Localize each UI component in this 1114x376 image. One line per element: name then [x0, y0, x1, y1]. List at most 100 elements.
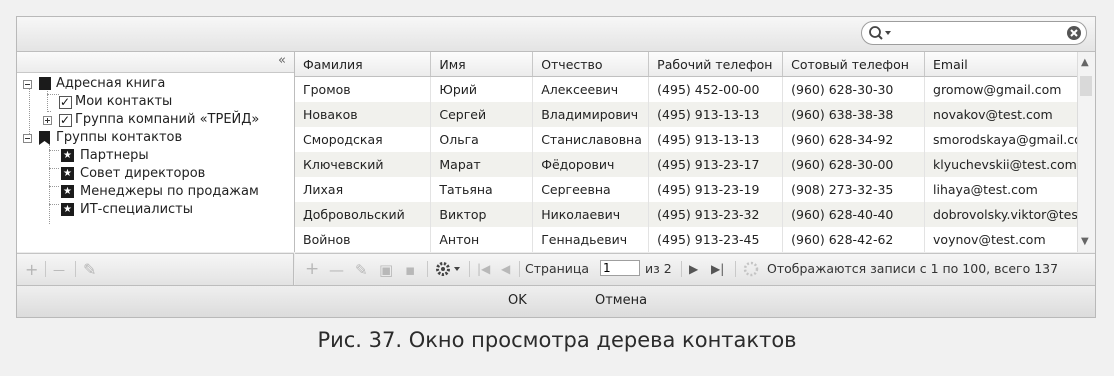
cell-patronymic: Геннадьевич	[532, 227, 650, 252]
checkbox-icon[interactable]	[59, 112, 72, 128]
cell-patronymic: Фёдорович	[532, 152, 650, 177]
cell-work-phone: (495) 913-13-13	[648, 102, 784, 127]
toolbar-separator	[681, 261, 682, 277]
collapse-node-icon[interactable]	[23, 80, 32, 89]
cell-work-phone: (495) 913-13-13	[648, 127, 784, 152]
toolbar-separator	[735, 261, 736, 277]
table-row[interactable]: Войнов Антон Геннадьевич (495) 913-23-45 (96…	[295, 227, 1095, 252]
toolbar-separator	[427, 261, 428, 277]
cell-email: novakov@test.com	[924, 102, 1095, 127]
column-header-email[interactable]: Email	[924, 52, 1095, 77]
scroll-thumb[interactable]	[1080, 76, 1092, 96]
dialog-footer: OK Отмена	[17, 285, 1095, 317]
ok-button[interactable]: OK	[508, 293, 527, 308]
star-icon: ★	[61, 167, 74, 180]
cell-first-name: Ольга	[430, 127, 534, 152]
cell-email: gromow@gmail.com	[924, 76, 1095, 102]
cancel-button[interactable]: Отмена	[595, 293, 647, 308]
tree-item-label: Партнеры	[80, 148, 149, 163]
table-row[interactable]: Новаков Сергей Владимирович (495) 913-13-13…	[295, 102, 1095, 127]
tree-guide	[49, 186, 59, 187]
add-contact-icon[interactable]: +	[305, 259, 319, 279]
first-page-icon[interactable]: |◀	[477, 262, 490, 276]
expand-node-icon[interactable]	[43, 116, 52, 125]
top-toolbar	[17, 17, 1095, 52]
column-header-mobile-phone[interactable]: Сотовый телефон	[782, 52, 926, 77]
cell-email: smorodskaya@gmail.com	[924, 127, 1095, 152]
cell-patronymic: Владимирович	[532, 102, 650, 127]
search-box[interactable]	[861, 21, 1087, 45]
cell-work-phone: (495) 913-23-45	[648, 227, 784, 252]
clear-search-icon[interactable]	[1066, 25, 1082, 41]
save-icon[interactable]: ▣	[379, 261, 393, 279]
last-page-icon[interactable]: ▶|	[711, 262, 724, 276]
collapse-node-icon[interactable]	[23, 134, 32, 143]
edit-group-button[interactable]: ✎	[83, 260, 96, 279]
add-group-button[interactable]: +	[25, 260, 38, 279]
cell-last-name: Лихая	[295, 177, 432, 202]
table-row[interactable]: Ключевский Марат Фёдорович (495) 913-23-17(…	[295, 152, 1095, 177]
vertical-scrollbar[interactable]: ▲ ▼	[1077, 52, 1095, 252]
star-icon: ★	[61, 149, 74, 162]
remove-contact-icon[interactable]: —	[329, 261, 344, 279]
cell-patronymic: Николаевич	[532, 202, 650, 227]
cell-mobile-phone: (960) 628-34-92	[782, 127, 926, 152]
column-header-work-phone[interactable]: Рабочий телефон	[648, 52, 784, 77]
remove-group-button[interactable]: —	[53, 263, 65, 277]
cell-patronymic: Алексеевич	[532, 76, 650, 102]
records-info: Отображаются записи с 1 по 100, всего 13…	[767, 261, 1059, 276]
table-row[interactable]: Добровольский Виктор Николаевич (495) 913-2…	[295, 202, 1095, 227]
cell-first-name: Юрий	[430, 76, 534, 102]
tree-guide	[47, 94, 59, 95]
cell-work-phone: (495) 913-23-32	[648, 202, 784, 227]
cell-first-name: Сергей	[430, 102, 534, 127]
scroll-down-icon[interactable]: ▼	[1081, 236, 1089, 247]
tree-item-label: ИТ-специалисты	[80, 202, 194, 217]
cell-mobile-phone: (960) 628-42-62	[782, 227, 926, 252]
cell-mobile-phone: (960) 638-38-38	[782, 102, 926, 127]
cell-email: lihaya@test.com	[924, 177, 1095, 202]
cell-last-name: Ключевский	[295, 152, 432, 177]
column-header-first-name[interactable]: Имя	[430, 52, 534, 77]
cell-work-phone: (495) 913-23-17	[648, 152, 784, 177]
tree-item-label: Адресная книга	[56, 76, 166, 91]
scroll-up-icon[interactable]: ▲	[1081, 57, 1089, 68]
panel-header: «	[17, 52, 294, 73]
previous-page-icon[interactable]: ◀	[501, 262, 510, 276]
table-row[interactable]: Громов Юрий Алексеевич (495) 452-00-00 (960)…	[295, 76, 1095, 102]
tree-item-label: Группы контактов	[56, 130, 183, 145]
toolbar-separator	[469, 261, 470, 277]
edit-contact-icon[interactable]: ✎	[355, 261, 368, 279]
column-header-last-name[interactable]: Фамилия	[295, 52, 432, 77]
cell-last-name: Смородская	[295, 127, 432, 152]
toolbar-separator	[75, 261, 76, 277]
search-input[interactable]	[896, 24, 1046, 42]
toolbar-separator	[519, 261, 520, 277]
cell-mobile-phone: (960) 628-30-30	[782, 76, 926, 102]
page-label: Страница	[525, 261, 590, 276]
cell-first-name: Антон	[430, 227, 534, 252]
column-header-patronymic[interactable]: Отчество	[532, 52, 650, 77]
cell-email: dobrovolsky.viktor@test.	[924, 202, 1095, 227]
settings-gear-icon[interactable]	[435, 261, 463, 277]
cell-patronymic: Сергеевна	[532, 177, 650, 202]
search-icon[interactable]	[868, 24, 894, 42]
table-row[interactable]: Смородская Ольга Станиславовна (495) 913-13…	[295, 127, 1095, 152]
next-page-icon[interactable]: ▶	[689, 262, 698, 276]
cell-last-name: Новаков	[295, 102, 432, 127]
tree-guide	[49, 140, 50, 224]
collapse-panel-button[interactable]: «	[278, 53, 286, 68]
refresh-icon[interactable]	[743, 261, 759, 277]
cell-last-name: Громов	[295, 76, 432, 102]
checkbox-icon[interactable]	[59, 94, 72, 110]
grid-toolbar: + — ✎ ▣ ▪ |◀ ◀ Страница из 2 ▶ ▶| Отобра…	[295, 253, 1095, 285]
tree-guide	[47, 111, 51, 112]
page-number-input[interactable]	[600, 260, 640, 276]
figure-caption: Рис. 37. Окно просмотра дерева контактов	[317, 328, 797, 352]
cell-mobile-phone: (960) 628-30-00	[782, 152, 926, 177]
contacts-grid: Фамилия Имя Отчество Рабочий телефон Сот…	[295, 52, 1095, 252]
cell-last-name: Добровольский	[295, 202, 432, 227]
save-as-icon[interactable]: ▪	[405, 261, 415, 279]
table-row[interactable]: Лихая Татьяна Сергеевна (495) 913-23-19 (908…	[295, 177, 1095, 202]
contacts-tree-window: « Адресная книга Мои контакты	[16, 16, 1096, 318]
